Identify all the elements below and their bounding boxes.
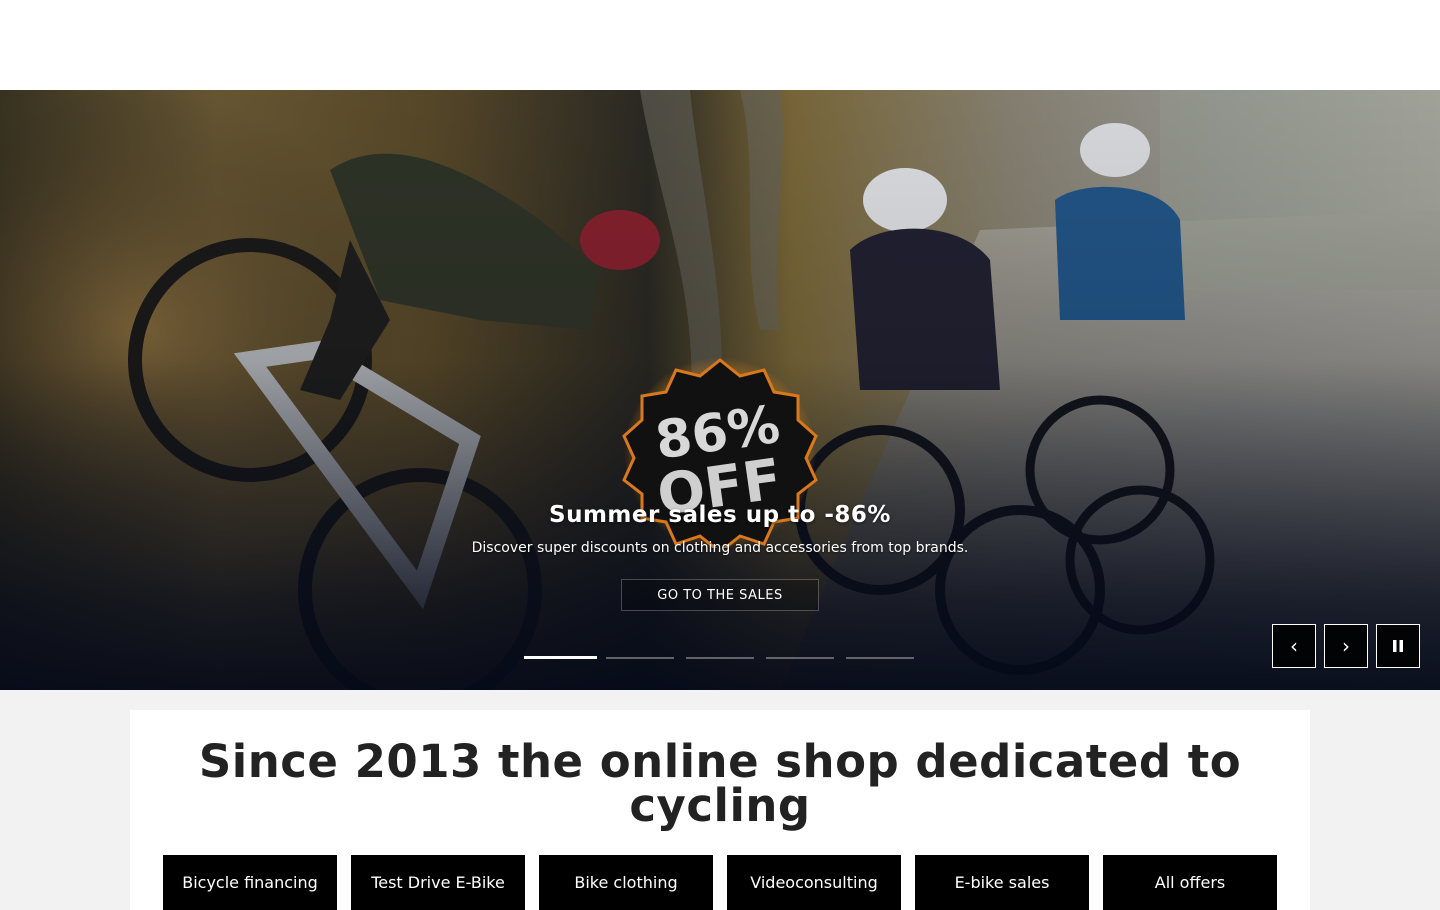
intro-title: Since 2013 the online shop dedicated to … [130,739,1310,828]
previous-slide-button[interactable]: ‹ [1272,624,1316,668]
intro-card: Since 2013 the online shop dedicated to … [130,710,1310,910]
quick-link-test-drive-ebike[interactable]: Test Drive E-Bike [351,855,525,910]
hero-slider: 86% OFF Summer sales up to -86% Discover… [0,90,1440,690]
slide-indicators [0,656,1440,660]
next-slide-button[interactable]: › [1324,624,1368,668]
intro-title-line-2: cycling [629,779,811,832]
quick-link-videoconsulting[interactable]: Videoconsulting [727,855,901,910]
chevron-left-icon: ‹ [1290,634,1298,658]
slide-dot-1[interactable] [524,656,597,659]
slide-dot-2[interactable] [606,657,674,659]
slide-dot-5[interactable] [846,657,914,659]
slide-dot-3[interactable] [686,657,754,659]
pause-icon [1393,640,1403,652]
hero-caption: Summer sales up to -86% Discover super d… [0,502,1440,556]
go-to-sales-button[interactable]: GO TO THE SALES [621,579,819,611]
quick-link-bike-clothing[interactable]: Bike clothing [539,855,713,910]
slide-dot-4[interactable] [766,657,834,659]
quick-link-ebike-sales[interactable]: E-bike sales [915,855,1089,910]
hero-title: Summer sales up to -86% [549,502,891,528]
quick-link-all-offers[interactable]: All offers [1103,855,1277,910]
quick-link-bicycle-financing[interactable]: Bicycle financing [163,855,337,910]
chevron-right-icon: › [1342,634,1350,658]
pause-slider-button[interactable] [1376,624,1420,668]
site-header [0,0,1440,90]
hero-subtitle: Discover super discounts on clothing and… [471,540,969,556]
